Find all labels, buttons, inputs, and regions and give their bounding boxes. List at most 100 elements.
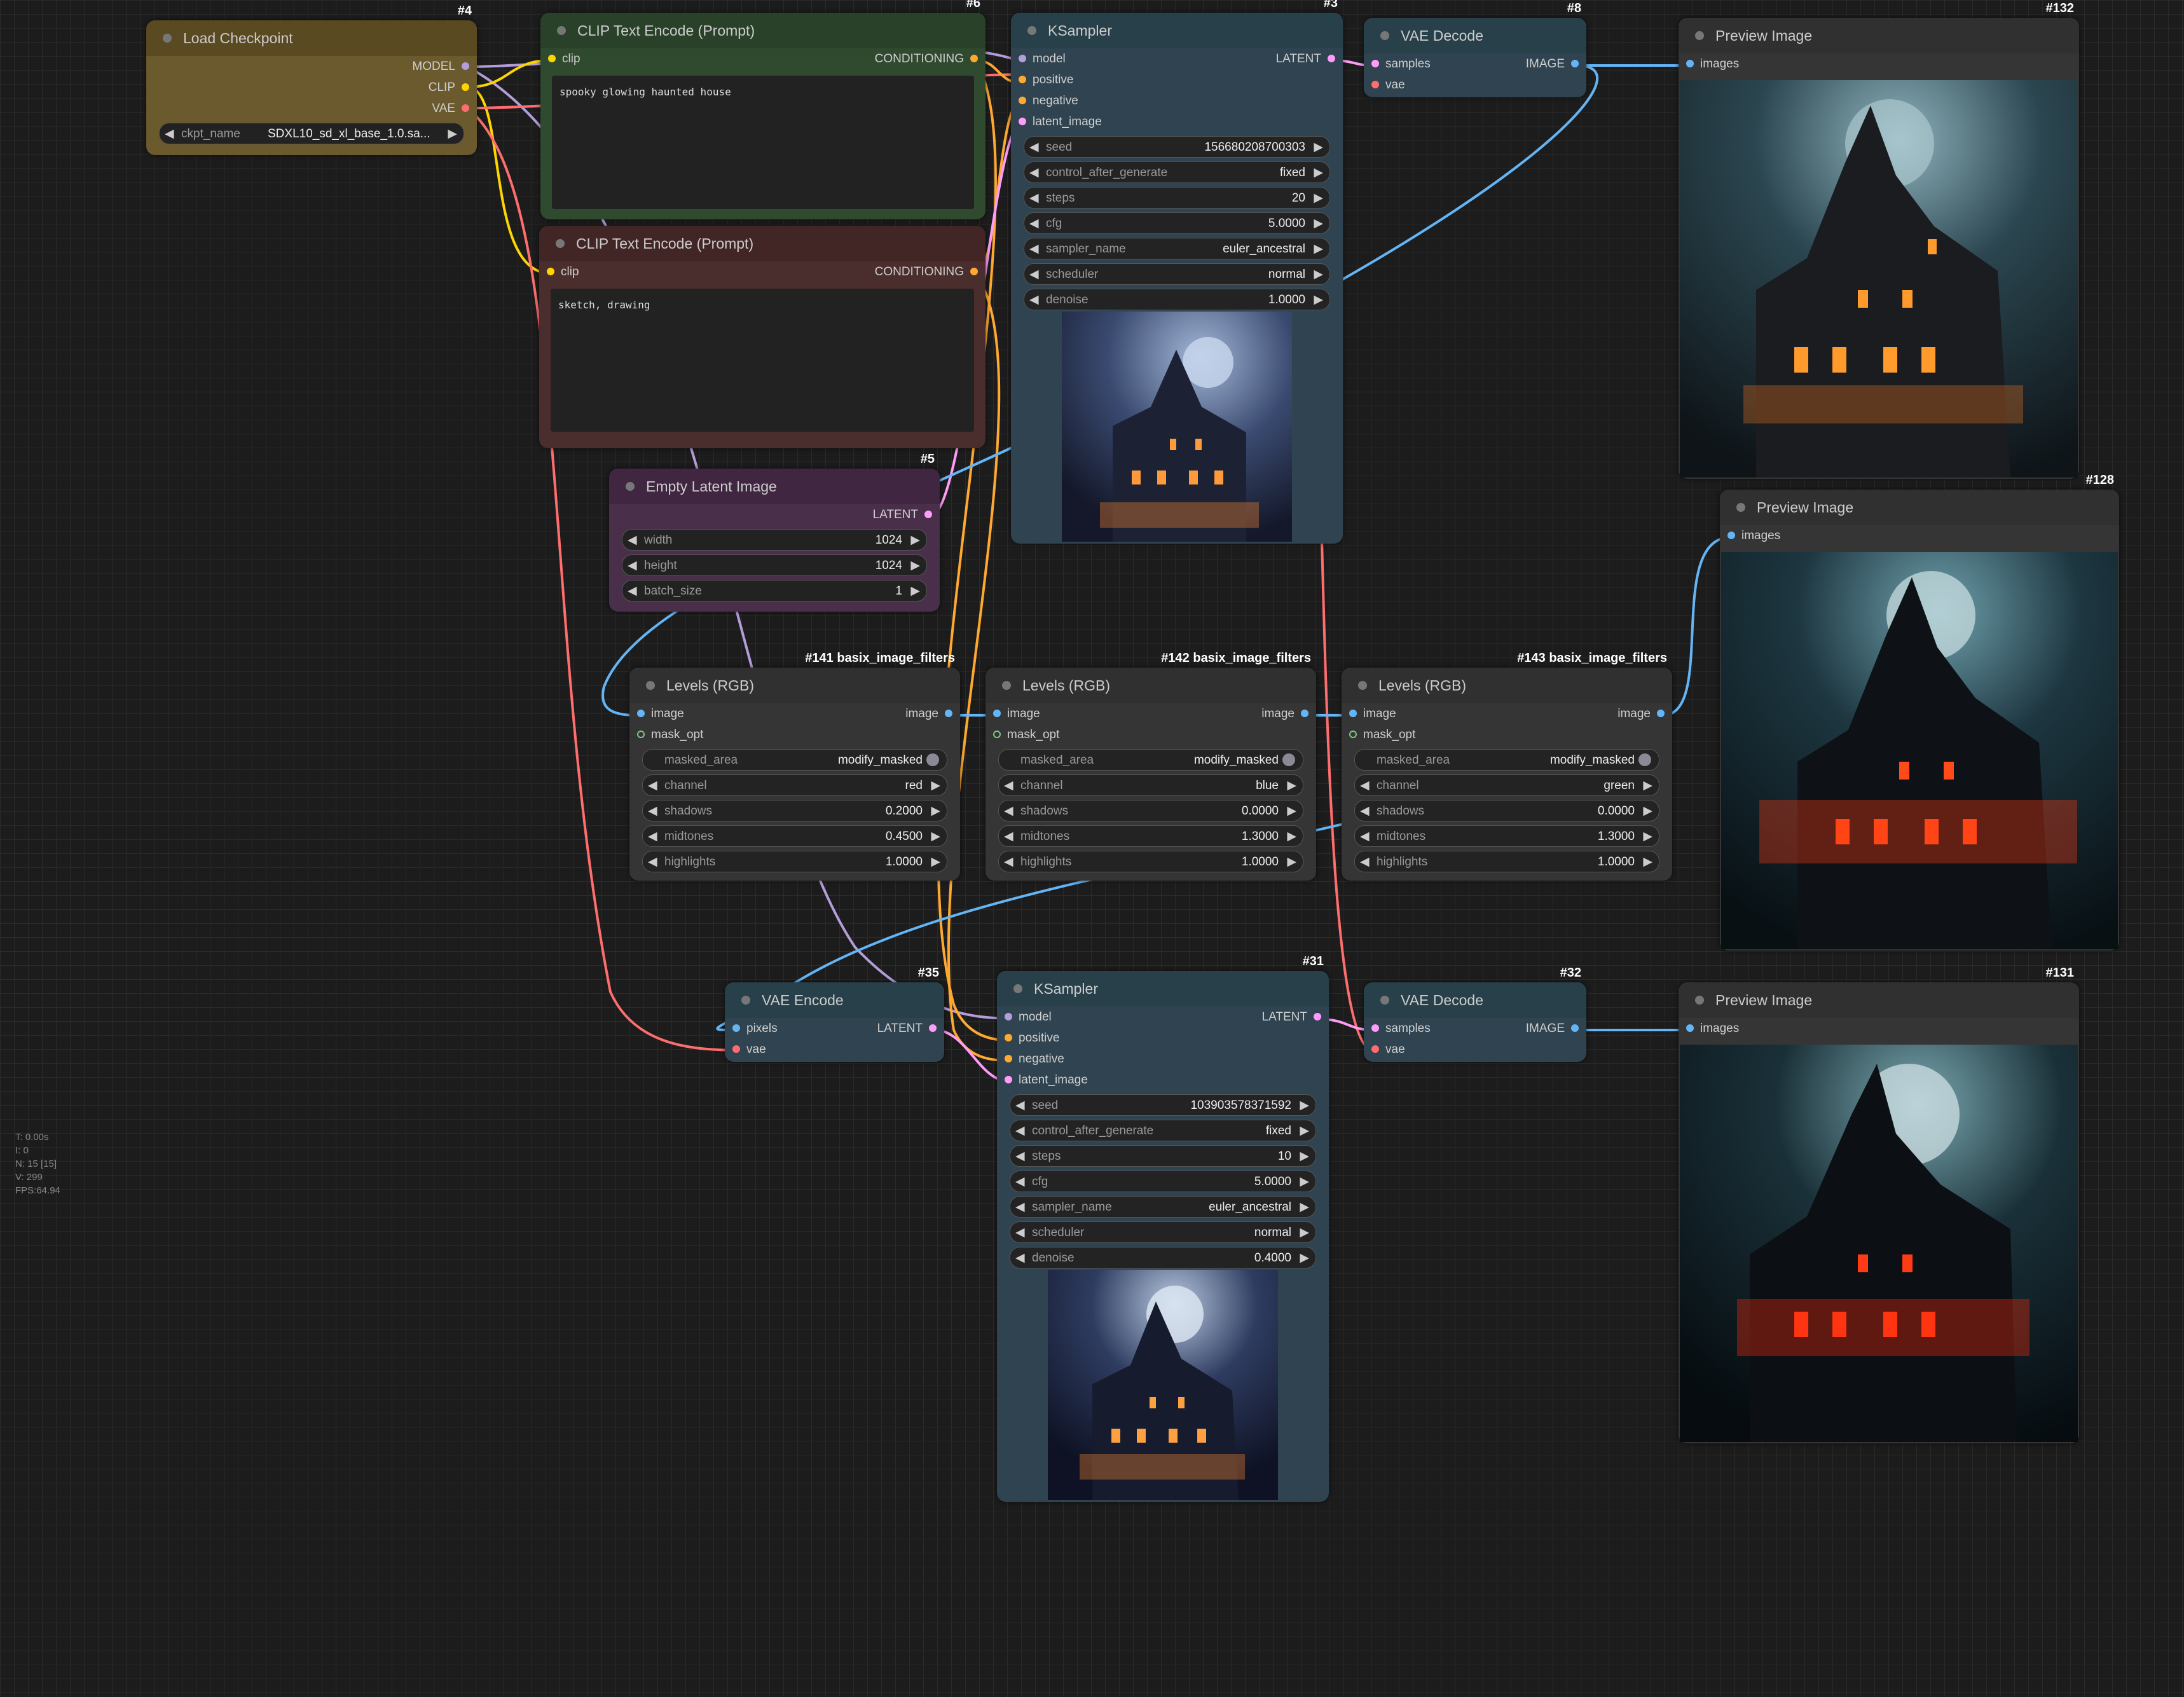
arrow-left-icon[interactable]: ◀ [1015, 1251, 1025, 1265]
socket-icon[interactable] [1349, 731, 1357, 738]
arrow-left-icon[interactable]: ◀ [1029, 165, 1039, 180]
node-levels-141[interactable]: #141 basix_image_filters Levels (RGB) im… [629, 651, 960, 881]
node-ksampler-31[interactable]: #31 KSampler model LATENT positive negati… [997, 954, 1329, 1502]
widget-masked-area[interactable]: masked_area modify_masked [998, 749, 1303, 771]
node-load-checkpoint[interactable]: #4 Load Checkpoint MODEL CLIP VAE ◀ ckpt_… [146, 4, 477, 155]
input-vae[interactable]: vae [1364, 74, 1586, 95]
input-images[interactable]: images [1679, 53, 2079, 74]
node-ksampler-3[interactable]: #3 KSampler model LATENT positive negativ… [1011, 0, 1343, 544]
collapse-dot-icon[interactable] [626, 482, 635, 491]
widget-scheduler[interactable]: ◀ scheduler normal ▶ [1010, 1221, 1316, 1243]
widget-steps[interactable]: ◀ steps 20 ▶ [1024, 187, 1330, 209]
arrow-right-icon[interactable]: ▶ [1314, 242, 1323, 256]
arrow-left-icon[interactable]: ◀ [1029, 191, 1039, 205]
arrow-right-icon[interactable]: ▶ [1300, 1174, 1309, 1189]
socket-icon[interactable] [1005, 1034, 1012, 1041]
input-negative[interactable]: negative [997, 1048, 1329, 1069]
arrow-right-icon[interactable]: ▶ [1643, 778, 1652, 793]
socket-icon[interactable] [929, 1024, 937, 1032]
arrow-right-icon[interactable]: ▶ [1314, 191, 1323, 205]
collapse-dot-icon[interactable] [646, 681, 655, 690]
node-levels-143[interactable]: #143 basix_image_filters Levels (RGB) im… [1342, 651, 1672, 881]
arrow-left-icon[interactable]: ◀ [1015, 1225, 1025, 1240]
arrow-left-icon[interactable]: ◀ [1360, 778, 1370, 793]
socket-icon[interactable] [1657, 710, 1665, 717]
arrow-right-icon[interactable]: ▶ [1314, 267, 1323, 282]
node-header[interactable]: VAE Decode [1364, 18, 1586, 53]
socket-icon[interactable] [993, 731, 1001, 738]
widget-cfg[interactable]: ◀ cfg 5.0000 ▶ [1024, 212, 1330, 234]
socket-icon[interactable] [1727, 532, 1735, 539]
collapse-dot-icon[interactable] [741, 996, 750, 1005]
widget-shadows[interactable]: ◀ shadows 0.2000 ▶ [642, 800, 947, 821]
collapse-dot-icon[interactable] [1358, 681, 1367, 690]
widget-control-after-generate[interactable]: ◀ control_after_generate fixed ▶ [1010, 1120, 1316, 1141]
widget-denoise[interactable]: ◀ denoise 1.0000 ▶ [1024, 289, 1330, 310]
widget-height[interactable]: ◀ height 1024 ▶ [622, 554, 927, 576]
widget-channel[interactable]: ◀ channel red ▶ [642, 774, 947, 796]
node-vae-decode-8[interactable]: #8 VAE Decode samples IMAGE vae [1364, 1, 1586, 97]
widget-highlights[interactable]: ◀ highlights 1.0000 ▶ [642, 851, 947, 872]
collapse-dot-icon[interactable] [1380, 31, 1389, 40]
arrow-left-icon[interactable]: ◀ [1015, 1149, 1025, 1164]
widget-steps[interactable]: ◀ steps 10 ▶ [1010, 1145, 1316, 1167]
socket-icon[interactable] [1019, 55, 1026, 62]
collapse-dot-icon[interactable] [1380, 996, 1389, 1005]
node-levels-142[interactable]: #142 basix_image_filters Levels (RGB) im… [986, 651, 1316, 881]
socket-icon[interactable] [924, 511, 932, 518]
arrow-left-icon[interactable]: ◀ [1015, 1123, 1025, 1138]
input-samples[interactable]: samples IMAGE [1364, 53, 1586, 74]
node-header[interactable]: KSampler [997, 971, 1329, 1007]
arrow-right-icon[interactable]: ▶ [1287, 804, 1296, 818]
input-image[interactable]: image image [629, 703, 960, 724]
widget-denoise[interactable]: ◀ denoise 0.4000 ▶ [1010, 1247, 1316, 1268]
input-image[interactable]: image image [1342, 703, 1672, 724]
arrow-right-icon[interactable]: ▶ [910, 584, 920, 598]
widget-highlights[interactable]: ◀ highlights 1.0000 ▶ [998, 851, 1303, 872]
input-image[interactable]: image image [986, 703, 1316, 724]
collapse-dot-icon[interactable] [557, 26, 566, 35]
input-pixels[interactable]: pixels LATENT [725, 1018, 944, 1039]
widget-masked-area[interactable]: masked_area modify_masked [1354, 749, 1659, 771]
input-negative[interactable]: negative [1011, 90, 1343, 111]
widget-midtones[interactable]: ◀ midtones 1.3000 ▶ [998, 825, 1303, 847]
io-row[interactable]: clip CONDITIONING [540, 48, 986, 69]
arrow-left-icon[interactable]: ◀ [648, 855, 657, 869]
arrow-right-icon[interactable]: ▶ [931, 829, 940, 844]
input-model[interactable]: model LATENT [1011, 48, 1343, 69]
toggle-icon[interactable] [926, 753, 939, 766]
arrow-right-icon[interactable]: ▶ [1300, 1200, 1309, 1214]
arrow-right-icon[interactable]: ▶ [910, 533, 920, 547]
arrow-right-icon[interactable]: ▶ [1300, 1123, 1309, 1138]
input-positive[interactable]: positive [997, 1027, 1329, 1048]
socket-icon[interactable] [970, 55, 978, 62]
socket-icon[interactable] [1686, 1024, 1694, 1032]
arrow-left-icon[interactable]: ◀ [1029, 242, 1039, 256]
widget-batch-size[interactable]: ◀ batch_size 1 ▶ [622, 580, 927, 601]
output-model[interactable]: MODEL [146, 56, 477, 77]
arrow-right-icon[interactable]: ▶ [1643, 804, 1652, 818]
input-vae[interactable]: vae [725, 1039, 944, 1060]
widget-seed[interactable]: ◀ seed 156680208700303 ▶ [1024, 136, 1330, 158]
node-empty-latent-image[interactable]: #5 Empty Latent Image LATENT ◀ width 1024 ▶… [609, 452, 940, 612]
socket-icon[interactable] [732, 1045, 740, 1053]
arrow-left-icon[interactable]: ◀ [165, 127, 174, 141]
arrow-right-icon[interactable]: ▶ [1643, 829, 1652, 844]
prompt-textarea[interactable]: spooky glowing haunted house [552, 76, 974, 209]
socket-icon[interactable] [945, 710, 952, 717]
arrow-right-icon[interactable]: ▶ [1314, 216, 1323, 231]
widget-sampler-name[interactable]: ◀ sampler_name euler_ancestral ▶ [1010, 1196, 1316, 1218]
socket-icon[interactable] [1571, 1024, 1579, 1032]
arrow-right-icon[interactable]: ▶ [1300, 1098, 1309, 1113]
arrow-right-icon[interactable]: ▶ [931, 855, 940, 869]
widget-seed[interactable]: ◀ seed 103903578371592 ▶ [1010, 1094, 1316, 1116]
arrow-right-icon[interactable]: ▶ [910, 558, 920, 573]
arrow-right-icon[interactable]: ▶ [931, 778, 940, 793]
socket-icon[interactable] [1005, 1055, 1012, 1062]
widget-shadows[interactable]: ◀ shadows 0.0000 ▶ [1354, 800, 1659, 821]
input-mask-opt[interactable]: mask_opt [1342, 724, 1672, 745]
widget-shadows[interactable]: ◀ shadows 0.0000 ▶ [998, 800, 1303, 821]
node-vae-encode[interactable]: #35 VAE Encode pixels LATENT vae [725, 966, 944, 1062]
node-header[interactable]: Levels (RGB) [1342, 668, 1672, 703]
arrow-right-icon[interactable]: ▶ [1300, 1225, 1309, 1240]
